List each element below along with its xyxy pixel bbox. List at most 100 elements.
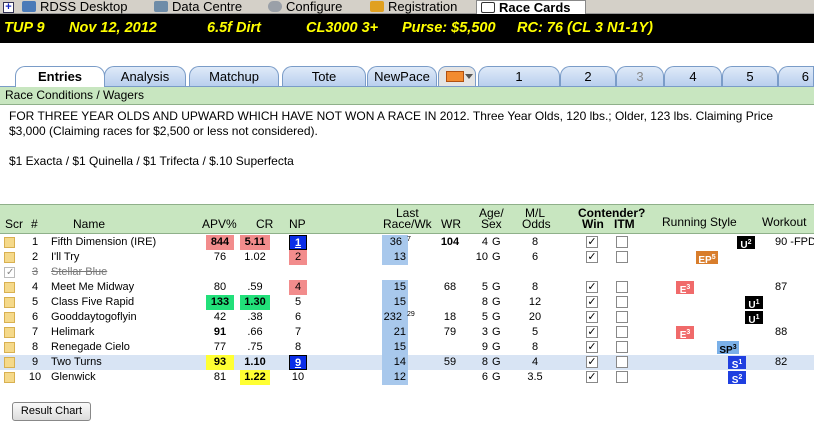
tab-race-4[interactable]: 4: [664, 66, 722, 86]
running-style-badge: EP5: [696, 251, 718, 266]
itm-checkbox[interactable]: [616, 371, 628, 383]
win-checkbox[interactable]: ✓: [586, 356, 598, 368]
scratch-checkbox[interactable]: [4, 252, 15, 263]
scratch-checkbox[interactable]: [4, 282, 15, 293]
expand-plus-icon[interactable]: +: [3, 2, 14, 13]
scratch-checkbox[interactable]: [4, 297, 15, 308]
tab-flag-menu[interactable]: [438, 66, 476, 86]
itm-checkbox[interactable]: [616, 236, 628, 248]
scratch-checkbox[interactable]: [4, 327, 15, 338]
scratch-checkbox[interactable]: [4, 237, 15, 248]
key-icon: [370, 1, 384, 12]
win-checkbox[interactable]: ✓: [586, 296, 598, 308]
itm-checkbox[interactable]: [616, 356, 628, 368]
workout-value: 90 -FPD: [775, 236, 814, 248]
tab-entries[interactable]: Entries: [15, 66, 105, 87]
tab-race-3[interactable]: 3: [616, 66, 664, 86]
itm-checkbox[interactable]: [616, 326, 628, 338]
entry-number: 3: [31, 266, 39, 278]
table-row[interactable]: 7 Helimark 91.66 7 21 79 3 G 5 ✓ E3 88: [0, 325, 814, 341]
conditions-header: Race Conditions / Wagers: [0, 87, 814, 105]
tab-tote[interactable]: Tote: [282, 66, 366, 86]
table-row[interactable]: 2 I'll Try 76 1.02 2 13 10 G 6 ✓ EP5: [0, 250, 814, 266]
win-checkbox[interactable]: ✓: [586, 236, 598, 248]
col-odds: Odds: [522, 217, 551, 231]
entry-number: 6: [31, 311, 39, 323]
table-row[interactable]: 1 Fifth Dimension (IRE) 844 5.11 1 36 7 104 4 G 8 ✓…: [0, 235, 814, 251]
workout-value: 87: [775, 281, 788, 293]
last-race-value: 14: [393, 356, 406, 368]
last-race-value: 232: [383, 311, 402, 323]
table-row[interactable]: 8 Renegade Cielo 77 .75 8 15 9 G 8 ✓ SP3: [0, 340, 814, 356]
tab-race-5[interactable]: 5: [722, 66, 778, 86]
workout-value: 88: [775, 326, 788, 338]
col-wr: WR: [441, 217, 461, 231]
win-checkbox[interactable]: ✓: [586, 371, 598, 383]
table-row[interactable]: 10 Glenwick 81 1.22 10 12 6 G 3.5 ✓ S2: [0, 370, 814, 386]
race-rating: RC: 76 (CL 3 N1-1Y): [517, 20, 653, 36]
table-row[interactable]: 6 Gooddaytogoflyin 42 .38 6 232 29 18 5 G 20 ✓ U1: [0, 310, 814, 326]
entry-number: 5: [31, 296, 39, 308]
entry-name: Helimark: [51, 326, 95, 338]
col-running-style: Running Style: [662, 215, 737, 229]
sex-value: G: [492, 371, 501, 383]
entry-number: 10: [28, 371, 42, 383]
scratch-checkbox[interactable]: [4, 342, 15, 353]
np-value: 7: [294, 326, 302, 338]
tab-race-1[interactable]: 1: [478, 66, 560, 86]
entry-number: 1: [31, 236, 39, 248]
cr-value: .38: [247, 311, 263, 323]
tab-race-6[interactable]: 6: [778, 66, 814, 86]
running-style-badge: S1: [728, 356, 746, 371]
entry-number: 4: [31, 281, 39, 293]
entry-name: Fifth Dimension (IRE): [51, 236, 157, 248]
win-checkbox[interactable]: ✓: [586, 326, 598, 338]
win-checkbox[interactable]: ✓: [586, 251, 598, 263]
age-value: 8: [481, 296, 488, 308]
itm-checkbox[interactable]: [616, 311, 628, 323]
np-value: 8: [294, 341, 302, 353]
last-race-weeks: 7: [407, 236, 411, 243]
np-value: 4: [289, 280, 307, 295]
win-checkbox[interactable]: ✓: [586, 341, 598, 353]
entry-name: Meet Me Midway: [51, 281, 135, 293]
wagers-text: $1 Exacta / $1 Quinella / $1 Trifecta / …: [9, 154, 294, 168]
col-race-wk: Race/Wk: [383, 217, 432, 231]
running-style-rank: 3: [686, 329, 691, 336]
desktop-icon: [22, 1, 36, 12]
tab-newpace[interactable]: NewPace: [367, 66, 437, 86]
result-chart-button[interactable]: Result Chart: [12, 402, 91, 421]
running-style-rank: 3: [732, 344, 737, 351]
np-value: 6: [294, 311, 302, 323]
table-row[interactable]: 4 Meet Me Midway 80 .59 4 15 68 5 G 8 ✓ E3 87: [0, 280, 814, 296]
col-cr: CR: [256, 217, 274, 231]
table-row[interactable]: ✓ 3 Stellar Blue: [0, 265, 814, 280]
sex-value: G: [492, 236, 501, 248]
tab-analysis[interactable]: Analysis: [104, 66, 186, 86]
tab-registration[interactable]: Registration: [366, 0, 457, 14]
col-apv: APV%: [202, 217, 237, 231]
tab-race-cards[interactable]: Race Cards: [476, 0, 586, 14]
win-checkbox[interactable]: ✓: [586, 311, 598, 323]
itm-checkbox[interactable]: [616, 296, 628, 308]
entry-name: Class Five Rapid: [51, 296, 135, 308]
scratch-checkbox[interactable]: [4, 357, 15, 368]
tab-configure[interactable]: Configure: [264, 0, 342, 14]
col-win: Win: [582, 217, 604, 231]
race-class: CL3000 3+: [306, 20, 379, 36]
win-checkbox[interactable]: ✓: [586, 281, 598, 293]
tab-rdss-desktop[interactable]: RDSS Desktop: [18, 0, 127, 14]
scratch-checkbox[interactable]: [4, 372, 15, 383]
itm-checkbox[interactable]: [616, 341, 628, 353]
tab-data-centre[interactable]: Data Centre: [150, 0, 242, 14]
sex-value: G: [492, 326, 501, 338]
tab-matchup[interactable]: Matchup: [189, 66, 279, 86]
table-row[interactable]: 9 Two Turns 93 1.10 9 14 59 8 G 4 ✓ S1 82: [0, 355, 814, 371]
scratch-checkbox[interactable]: ✓: [4, 267, 15, 278]
tab-race-2[interactable]: 2: [560, 66, 616, 86]
wr-value: 68: [443, 281, 457, 293]
itm-checkbox[interactable]: [616, 281, 628, 293]
scratch-checkbox[interactable]: [4, 312, 15, 323]
itm-checkbox[interactable]: [616, 251, 628, 263]
running-style-rank: 2: [747, 239, 752, 246]
